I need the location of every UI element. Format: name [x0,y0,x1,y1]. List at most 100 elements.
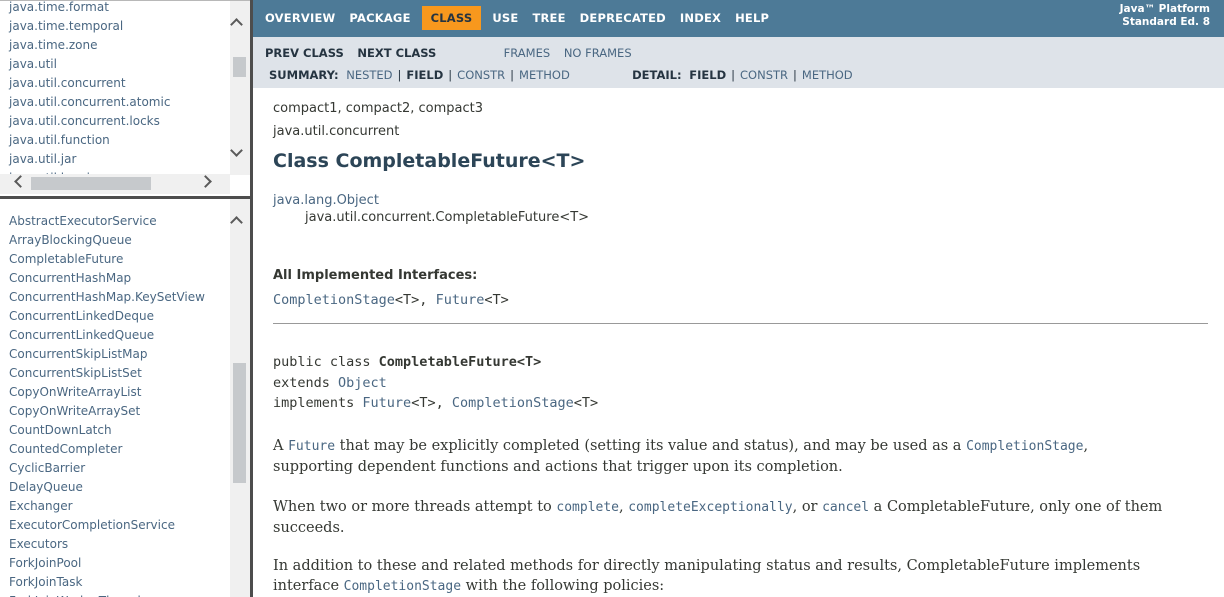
completionstage-link[interactable]: CompletionStage [273,292,395,308]
class-link[interactable]: ArrayBlockingQueue [9,233,132,247]
class-link[interactable]: AbstractExecutorService [9,214,157,228]
list-item: java.util.concurrent.locks [9,112,250,131]
future-link[interactable]: Future [436,292,485,308]
declaration-text: public class [273,354,379,370]
list-item: CopyOnWriteArrayList [9,383,250,402]
class-list-frame: AbstractExecutorService ArrayBlockingQue… [0,199,250,597]
package-link[interactable]: java.util.jar [9,152,76,166]
class-link[interactable]: ConcurrentLinkedDeque [9,309,154,323]
description-text: that may be explicitly completed (settin… [335,437,967,454]
vertical-scrollbar-thumb[interactable] [233,57,246,77]
class-link[interactable]: CyclicBarrier [9,461,85,475]
nav-item-package[interactable]: PACKAGE [342,6,417,30]
class-link[interactable]: CopyOnWriteArraySet [9,404,140,418]
future-link[interactable]: Future [288,439,335,454]
nav-item-use[interactable]: USE [485,6,525,30]
summary-constr-link[interactable]: CONSTR [457,68,505,82]
complete-method-link[interactable]: complete [556,500,619,515]
class-link[interactable]: ExecutorCompletionService [9,518,175,532]
class-link[interactable]: Exchanger [9,499,73,513]
brand-line-2: Standard Ed. 8 [1122,16,1210,28]
scroll-left-icon[interactable] [13,175,27,190]
list-item: AbstractExecutorService [9,212,250,231]
detail-constr-link[interactable]: CONSTR [740,68,788,82]
class-link[interactable]: ForkJoinPool [9,556,81,570]
java-lang-object-link[interactable]: java.lang.Object [273,193,379,208]
completionstage-link[interactable]: CompletionStage [344,579,461,594]
list-item: ConcurrentHashMap.KeySetView [9,288,250,307]
no-frames-link[interactable]: NO FRAMES [564,46,632,60]
nav-item-index[interactable]: INDEX [673,6,728,30]
package-link[interactable]: java.util.concurrent.locks [9,114,160,128]
package-link[interactable]: java.time.temporal [9,19,123,33]
completionstage-link[interactable]: CompletionStage [452,395,574,411]
list-item: ExecutorCompletionService [9,516,250,535]
nav-item-help[interactable]: HELP [728,6,776,30]
class-detail-frame: compact1, compact2, compact3 java.util.c… [253,88,1224,597]
package-link[interactable]: java.util [9,57,57,71]
scroll-up-icon[interactable] [230,215,245,229]
class-description-paragraph: In addition to these and related methods… [273,556,1163,597]
object-link[interactable]: Object [338,375,387,391]
list-item: java.util.function [9,131,250,150]
class-list: AbstractExecutorService ArrayBlockingQue… [0,199,250,597]
class-link[interactable]: CountDownLatch [9,423,112,437]
list-item: Exchanger [9,497,250,516]
class-link[interactable]: ConcurrentLinkedQueue [9,328,154,342]
nav-item-overview[interactable]: OVERVIEW [258,6,342,30]
declaration-text: implements [273,395,363,411]
class-link[interactable]: CompletableFuture [9,252,123,266]
class-link[interactable]: Executors [9,537,68,551]
summary-nested-link[interactable]: NESTED [346,68,392,82]
separator: | [448,68,453,82]
scroll-right-icon[interactable] [199,175,214,190]
summary-method-link[interactable]: METHOD [519,68,570,82]
package-name: java.util.concurrent [273,124,400,139]
future-link[interactable]: Future [362,395,411,411]
list-item: CountedCompleter [9,440,250,459]
package-link[interactable]: java.time.format [9,1,109,14]
vertical-scrollbar-thumb[interactable] [233,363,246,483]
description-text: When two or more threads attempt to [273,498,557,515]
nav-item-deprecated[interactable]: DEPRECATED [573,6,673,30]
implemented-interfaces-list: CompletionStage<T>, Future<T> [273,292,1224,308]
java-platform-brand: Java™ Platform Standard Ed. 8 [1120,3,1210,29]
class-link[interactable]: ForkJoinTask [9,575,82,589]
inheritance-parent: java.lang.Object [273,192,1224,209]
completionstage-link[interactable]: CompletionStage [966,439,1083,454]
nav-item-class[interactable]: CLASS [421,6,482,30]
description-text: with the following policies: [461,577,665,594]
package-link[interactable]: java.util.function [9,133,110,147]
scroll-down-icon[interactable] [230,144,245,159]
frame-divider-horizontal[interactable] [0,196,250,199]
list-item: Executors [9,535,250,554]
class-link[interactable]: ConcurrentHashMap [9,271,131,285]
scroll-up-icon[interactable] [230,17,245,31]
list-item: CyclicBarrier [9,459,250,478]
class-link[interactable]: ConcurrentSkipListSet [9,366,142,380]
detail-field-label: FIELD [689,68,727,82]
class-declaration: public class CompletableFuture<T> extend… [273,352,1224,414]
class-link[interactable]: DelayQueue [9,480,83,494]
nav-item-tree[interactable]: TREE [525,6,572,30]
class-link[interactable]: CopyOnWriteArrayList [9,385,141,399]
declaration-text: extends [273,374,339,391]
horizontal-scrollbar-thumb[interactable] [31,177,151,190]
cancel-method-link[interactable]: cancel [822,500,869,515]
type-param-text: <T>, [394,292,436,308]
separator: | [731,68,736,82]
package-link[interactable]: java.util.concurrent.atomic [9,95,170,109]
prev-class-label: PREV CLASS [265,46,344,60]
class-link[interactable]: ConcurrentHashMap.KeySetView [9,290,205,304]
package-link[interactable]: java.time.zone [9,38,98,52]
section-divider [273,323,1208,324]
frames-link[interactable]: FRAMES [504,46,551,60]
detail-method-link[interactable]: METHOD [802,68,853,82]
class-link[interactable]: CountedCompleter [9,442,122,456]
package-link[interactable]: java.util.concurrent [9,76,126,90]
class-link[interactable]: ConcurrentSkipListMap [9,347,147,361]
detail-label: DETAIL: [632,68,682,82]
completeexceptionally-method-link[interactable]: completeExceptionally [628,500,792,515]
list-item: ForkJoinWorkerThread [9,592,250,597]
list-item: ConcurrentSkipListMap [9,345,250,364]
